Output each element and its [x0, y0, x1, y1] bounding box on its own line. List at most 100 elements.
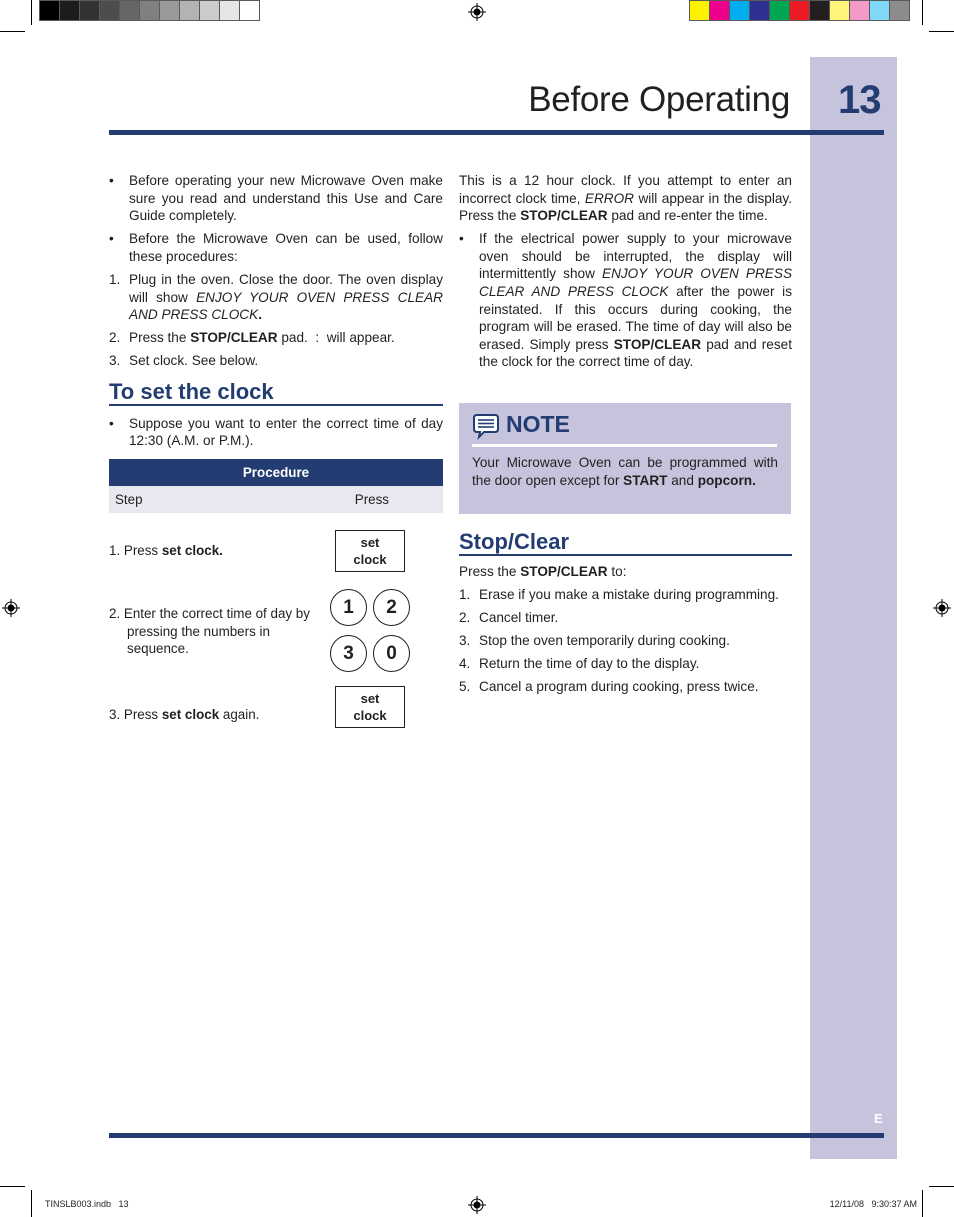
procedure-row-3-text: 3. Press set clock again.	[109, 707, 260, 722]
crop-mark	[922, 0, 923, 25]
power-interruption-text: If the electrical power supply to your m…	[479, 231, 793, 370]
stop-clear-intro: Press the STOP/CLEAR to:	[459, 563, 627, 579]
item-text: Return the time of day to the display.	[479, 655, 700, 671]
side-tab	[810, 57, 897, 1159]
column-press: Press	[354, 491, 389, 507]
set-clock-bullet-text: Suppose you want to enter the correct ti…	[129, 415, 443, 449]
procedure-table-title: Procedure	[109, 458, 443, 486]
gray-swatch	[100, 1, 119, 20]
color-swatch	[790, 1, 809, 20]
footer-file-slug: TINSLB003.indb 13	[45, 1199, 129, 1209]
crop-mark	[929, 31, 954, 32]
step-number: 2.	[109, 330, 121, 346]
key-label-line2: clock	[353, 551, 387, 567]
intro-bullet-text: Before the Microwave Oven can be used, f…	[129, 231, 443, 264]
intro-bullet-text: Before operating your new Microwave Oven…	[129, 173, 443, 224]
language-letter: E	[874, 1111, 883, 1126]
bullet-marker: •	[109, 231, 114, 247]
color-swatch	[810, 1, 829, 20]
intro-step: 3. Set clock. See below.	[109, 352, 443, 370]
gray-swatch	[220, 1, 239, 20]
item-text: Stop the oven temporarily during cooking…	[479, 632, 730, 648]
note-title: NOTE	[506, 411, 570, 437]
intro-bullet: • Before the Microwave Oven can be used,…	[109, 230, 443, 265]
key-label-line1: set	[360, 691, 380, 706]
color-swatch-strip	[689, 0, 910, 21]
procedure-row-1-text: 1. Press set clock.	[109, 543, 223, 558]
color-swatch	[770, 1, 789, 20]
stop-clear-item: 5. Cancel a program during cooking, press…	[459, 678, 792, 696]
color-swatch	[830, 1, 849, 20]
key-label-line1: set	[360, 535, 380, 550]
gray-swatch	[160, 1, 179, 20]
crop-mark	[929, 1186, 954, 1187]
item-number: 3.	[459, 632, 471, 648]
gray-swatch	[200, 1, 219, 20]
step-text: Plug in the oven. Close the door. The ov…	[129, 271, 443, 323]
stop-clear-item: 2. Cancel timer.	[459, 609, 792, 627]
number-key-0[interactable]: 0	[373, 635, 410, 672]
color-swatch	[750, 1, 769, 20]
step-number: 3.	[109, 353, 121, 369]
procedure-table-header: Step Press	[109, 485, 443, 513]
bullet-marker: •	[109, 415, 114, 431]
intro-bullet: • Before operating your new Microwave Ov…	[109, 172, 443, 225]
stop-clear-item: 3. Stop the oven temporarily during cooki…	[459, 632, 792, 650]
step-number: 1.	[109, 271, 121, 287]
registration-mark-icon	[2, 599, 20, 617]
crop-mark	[31, 0, 32, 25]
gray-swatch-strip	[39, 0, 260, 21]
color-swatch	[850, 1, 869, 20]
number-key-3[interactable]: 3	[330, 635, 367, 672]
column-step: Step	[115, 491, 143, 507]
left-column: • Before operating your new Microwave Ov…	[109, 172, 443, 513]
intro-step: 1. Plug in the oven. Close the door. The…	[109, 271, 443, 324]
item-number: 1.	[459, 586, 471, 602]
crop-mark	[31, 1190, 32, 1217]
color-swatch	[710, 1, 729, 20]
step-text: Press the STOP/CLEAR pad. : will appear.	[129, 330, 395, 346]
clock-info-paragraph: This is a 12 hour clock. If you attempt …	[459, 173, 792, 224]
stop-clear-list: 1. Erase if you make a mistake during pro…	[459, 586, 792, 696]
stop-clear-item: 4. Return the time of day to the display.	[459, 655, 792, 673]
gray-swatch	[140, 1, 159, 20]
power-interruption-bullet: • If the electrical power supply to your…	[459, 230, 792, 371]
note-box: NOTE Your Microwave Oven can be programm…	[459, 403, 791, 514]
gray-swatch	[240, 1, 259, 20]
color-swatch	[690, 1, 709, 20]
item-number: 2.	[459, 609, 471, 625]
color-swatch	[730, 1, 749, 20]
bullet-marker: •	[459, 231, 464, 247]
step-text: Set clock. See below.	[129, 353, 259, 369]
item-text: Cancel timer.	[479, 609, 559, 625]
gray-swatch	[40, 1, 59, 20]
number-key-2[interactable]: 2	[373, 589, 410, 626]
gray-swatch	[120, 1, 139, 20]
page-number: 13	[838, 78, 881, 122]
color-swatch	[870, 1, 889, 20]
page-title: Before Operating	[528, 80, 790, 119]
intro-step: 2. Press the STOP/CLEAR pad. : will appe…	[109, 329, 443, 347]
color-swatch	[890, 1, 909, 20]
item-number: 4.	[459, 655, 471, 671]
set-clock-key[interactable]: set clock	[335, 530, 405, 572]
stop-clear-section: Stop/Clear Press the STOP/CLEAR to: 1. Er…	[459, 531, 792, 701]
set-clock-heading: To set the clock	[109, 381, 443, 406]
note-text: Your Microwave Oven can be programmed wi…	[472, 455, 778, 488]
right-column: This is a 12 hour clock. If you attempt …	[459, 172, 792, 377]
gray-swatch	[80, 1, 99, 20]
registration-mark-icon	[468, 1196, 486, 1214]
registration-mark-icon	[933, 599, 951, 617]
note-speech-bubble-icon	[473, 414, 499, 440]
stop-clear-item: 1. Erase if you make a mistake during pro…	[459, 586, 792, 604]
number-key-1[interactable]: 1	[330, 589, 367, 626]
item-number: 5.	[459, 679, 471, 695]
note-rule	[472, 444, 777, 447]
key-label-line2: clock	[353, 707, 387, 723]
set-clock-key[interactable]: set clock	[335, 686, 405, 728]
stop-clear-heading: Stop/Clear	[459, 531, 792, 556]
footer-rule	[109, 1133, 884, 1138]
gray-swatch	[60, 1, 79, 20]
procedure-row-2-text: 2. Enter the correct time of day by pres…	[109, 606, 310, 656]
crop-mark	[0, 1186, 25, 1187]
